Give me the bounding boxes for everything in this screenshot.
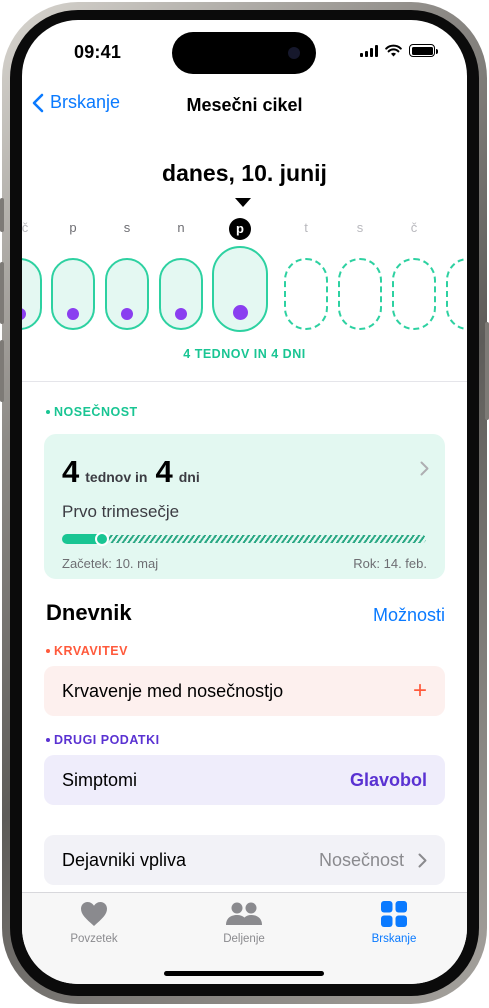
trimester-label: Prvo trimesečje [62,502,180,521]
bleeding-row-label: Krvavenje med nosečnostjo [62,680,284,701]
due-date: Rok: 14. feb. [353,556,427,571]
screen: 09:41 Brskanje Mesečni cikel danes, 10. … [22,20,467,984]
tab-browse[interactable]: Brskanje [344,901,444,945]
pregnancy-duration: 4 tednov in 4 dni [62,454,208,490]
weeks-number: 4 [62,454,80,489]
day-label: p [69,220,77,235]
bullet-icon [46,737,50,742]
days-unit: dni [178,469,200,485]
day-pill[interactable] [51,258,95,330]
symptom-dot [175,308,187,320]
section-label-bleeding: KRVAVITEV [46,644,128,658]
day-pill[interactable] [22,258,42,330]
pregnancy-card[interactable]: 4 tednov in 4 dni Prvo trimesečje Začete… [44,434,445,579]
factors-row[interactable]: Dejavniki vpliva Nosečnost [44,835,445,885]
divider [22,381,467,382]
day-pill-future[interactable] [338,258,382,330]
date-title: danes, 10. junij [162,160,327,186]
day-label: č [22,220,29,235]
symptom-dot [121,308,133,320]
dynamic-island [172,32,316,74]
day-label: t [304,220,308,235]
bleeding-row[interactable]: Krvavenje med nosečnostjo + [44,666,445,716]
day-pill[interactable] [105,258,149,330]
action-button [0,198,4,232]
section-label-pregnancy: NOSEČNOST [46,405,138,419]
status-icons [360,44,438,57]
pregnancy-duration-label: 4 TEDNOV IN 4 DNI [183,347,306,361]
section-label-text: NOSEČNOST [54,405,138,419]
chevron-right-icon [420,461,429,476]
page-title: Mesečni cikel [186,95,303,115]
camera-icon [288,47,300,59]
day-label: n [177,220,185,235]
volume-down-button [0,340,4,402]
chevron-right-icon [418,853,427,867]
status-time: 09:41 [74,42,122,62]
tab-label: Brskanje [371,933,417,945]
today-marker [235,198,251,207]
people-icon [226,902,262,925]
symptoms-value: Glavobol [349,769,427,790]
section-label-other: DRUGI PODATKI [46,733,160,747]
tab-summary[interactable]: Povzetek [44,901,144,945]
factors-label: Dejavniki vpliva [62,849,187,870]
pregnancy-progress-bar [62,532,426,546]
day-label-today[interactable]: p [229,218,251,240]
section-label-text: DRUGI PODATKI [54,733,160,747]
progress-remaining [62,535,426,543]
day-pill-future[interactable] [284,258,328,330]
symptom-dot [67,308,79,320]
battery-icon [409,44,438,57]
wifi-icon [385,44,402,57]
factors-value: Nosečnost [318,849,404,870]
section-label-text: KRVAVITEV [54,644,128,658]
volume-up-button [0,262,4,324]
symptom-dot [232,305,248,320]
tab-label: Povzetek [70,933,118,945]
symptoms-label: Simptomi [62,769,138,790]
weeks-unit: tednov in [85,469,148,485]
options-button[interactable]: Možnosti [373,605,445,626]
progress-knob [95,532,110,546]
plus-icon[interactable]: + [413,679,427,703]
bullet-icon [46,409,50,414]
heart-icon [81,902,107,926]
home-indicator [164,971,324,976]
cellular-signal-icon [360,44,378,57]
tab-sharing[interactable]: Deljenje [194,901,294,945]
symptoms-row[interactable]: Simptomi Glavobol [44,755,445,805]
grid-icon [381,901,407,927]
symptom-dot [22,308,26,320]
power-button [485,322,489,420]
day-pill-future[interactable] [392,258,436,330]
day-pill-future[interactable] [446,258,467,330]
bullet-icon [46,648,50,653]
tab-label: Deljenje [223,933,265,945]
day-label: s [123,220,131,235]
days-number: 4 [155,454,173,489]
day-label: s [356,220,364,235]
day-pill[interactable] [159,258,203,330]
day-pill-today[interactable] [212,246,268,332]
day-label: č [410,220,418,235]
journal-title: Dnevnik [46,600,132,625]
start-date: Začetek: 10. maj [62,556,159,571]
